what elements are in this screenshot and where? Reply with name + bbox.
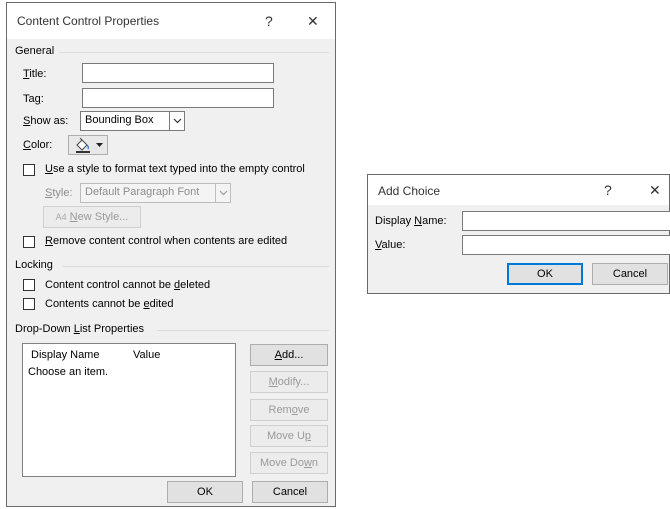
title-input[interactable]: [82, 63, 274, 83]
add-choice-dialog: Add Choice ? ✕ Display Name: Value: OK C…: [367, 174, 670, 294]
move-down-button[interactable]: Move Down: [250, 452, 328, 474]
tag-input[interactable]: [82, 88, 274, 108]
column-header-value[interactable]: Value: [133, 349, 160, 361]
section-dropdown-list-properties: Drop-Down List Properties: [15, 323, 145, 335]
color-label: Color:: [23, 139, 53, 151]
section-general: General: [15, 45, 55, 57]
cancel-button[interactable]: Cancel: [592, 263, 668, 285]
cannot-edit-checkbox[interactable]: [23, 298, 35, 310]
chevron-down-icon: [215, 184, 230, 202]
dialog-title: Add Choice: [378, 184, 441, 198]
cannot-delete-label: Content control cannot be deleted: [45, 279, 211, 291]
paint-bucket-icon: [74, 137, 92, 153]
show-as-label: Show as:: [23, 115, 69, 127]
tag-label: Tag:: [23, 93, 44, 105]
section-divider: [63, 266, 329, 267]
chevron-down-icon: [95, 142, 103, 148]
use-style-checkbox[interactable]: [23, 164, 35, 176]
close-icon[interactable]: ✕: [307, 13, 319, 30]
cannot-delete-checkbox[interactable]: [23, 279, 35, 291]
column-header-display-name[interactable]: Display Name: [31, 349, 99, 361]
remove-when-edited-checkbox[interactable]: [23, 236, 35, 248]
close-icon[interactable]: ✕: [649, 182, 661, 199]
use-style-label: Use a style to format text typed into th…: [45, 163, 305, 175]
style-icon: A4: [55, 212, 67, 222]
style-label: Style:: [45, 187, 73, 199]
section-locking: Locking: [15, 259, 53, 271]
help-button[interactable]: ?: [265, 13, 273, 29]
remove-when-edited-label: Remove content control when contents are…: [45, 235, 288, 247]
ok-button[interactable]: OK: [167, 481, 243, 503]
color-picker-button[interactable]: [68, 135, 108, 155]
cancel-button[interactable]: Cancel: [252, 481, 328, 503]
style-select[interactable]: Default Paragraph Font: [80, 183, 231, 203]
content-control-properties-dialog: Content Control Properties ? ✕ General T…: [6, 2, 336, 507]
modify-button[interactable]: Modify...: [250, 371, 328, 393]
chevron-down-icon: [169, 112, 184, 130]
section-divider: [59, 52, 329, 53]
display-name-label: Display Name:: [375, 215, 447, 227]
dropdown-items-list[interactable]: Display Name Value Choose an item.: [22, 343, 236, 477]
help-button[interactable]: ?: [604, 182, 612, 198]
cannot-edit-label: Contents cannot be edited: [45, 298, 174, 310]
dialog-title: Content Control Properties: [17, 14, 160, 28]
add-button[interactable]: Add...: [250, 344, 328, 366]
show-as-select[interactable]: Bounding Box: [80, 111, 185, 131]
move-up-button[interactable]: Move Up: [250, 425, 328, 447]
title-label: Title:: [23, 68, 47, 80]
dialog-titlebar: Content Control Properties ? ✕: [7, 3, 335, 39]
new-style-button[interactable]: A4 New Style...: [43, 206, 141, 228]
value-input[interactable]: [462, 235, 670, 255]
remove-button[interactable]: Remove: [250, 399, 328, 421]
ok-button[interactable]: OK: [507, 263, 583, 285]
dialog-titlebar: Add Choice ? ✕: [368, 175, 669, 205]
value-label: Value:: [375, 239, 406, 251]
section-divider: [157, 330, 329, 331]
list-item[interactable]: Choose an item.: [28, 366, 108, 378]
display-name-input[interactable]: [462, 211, 670, 231]
